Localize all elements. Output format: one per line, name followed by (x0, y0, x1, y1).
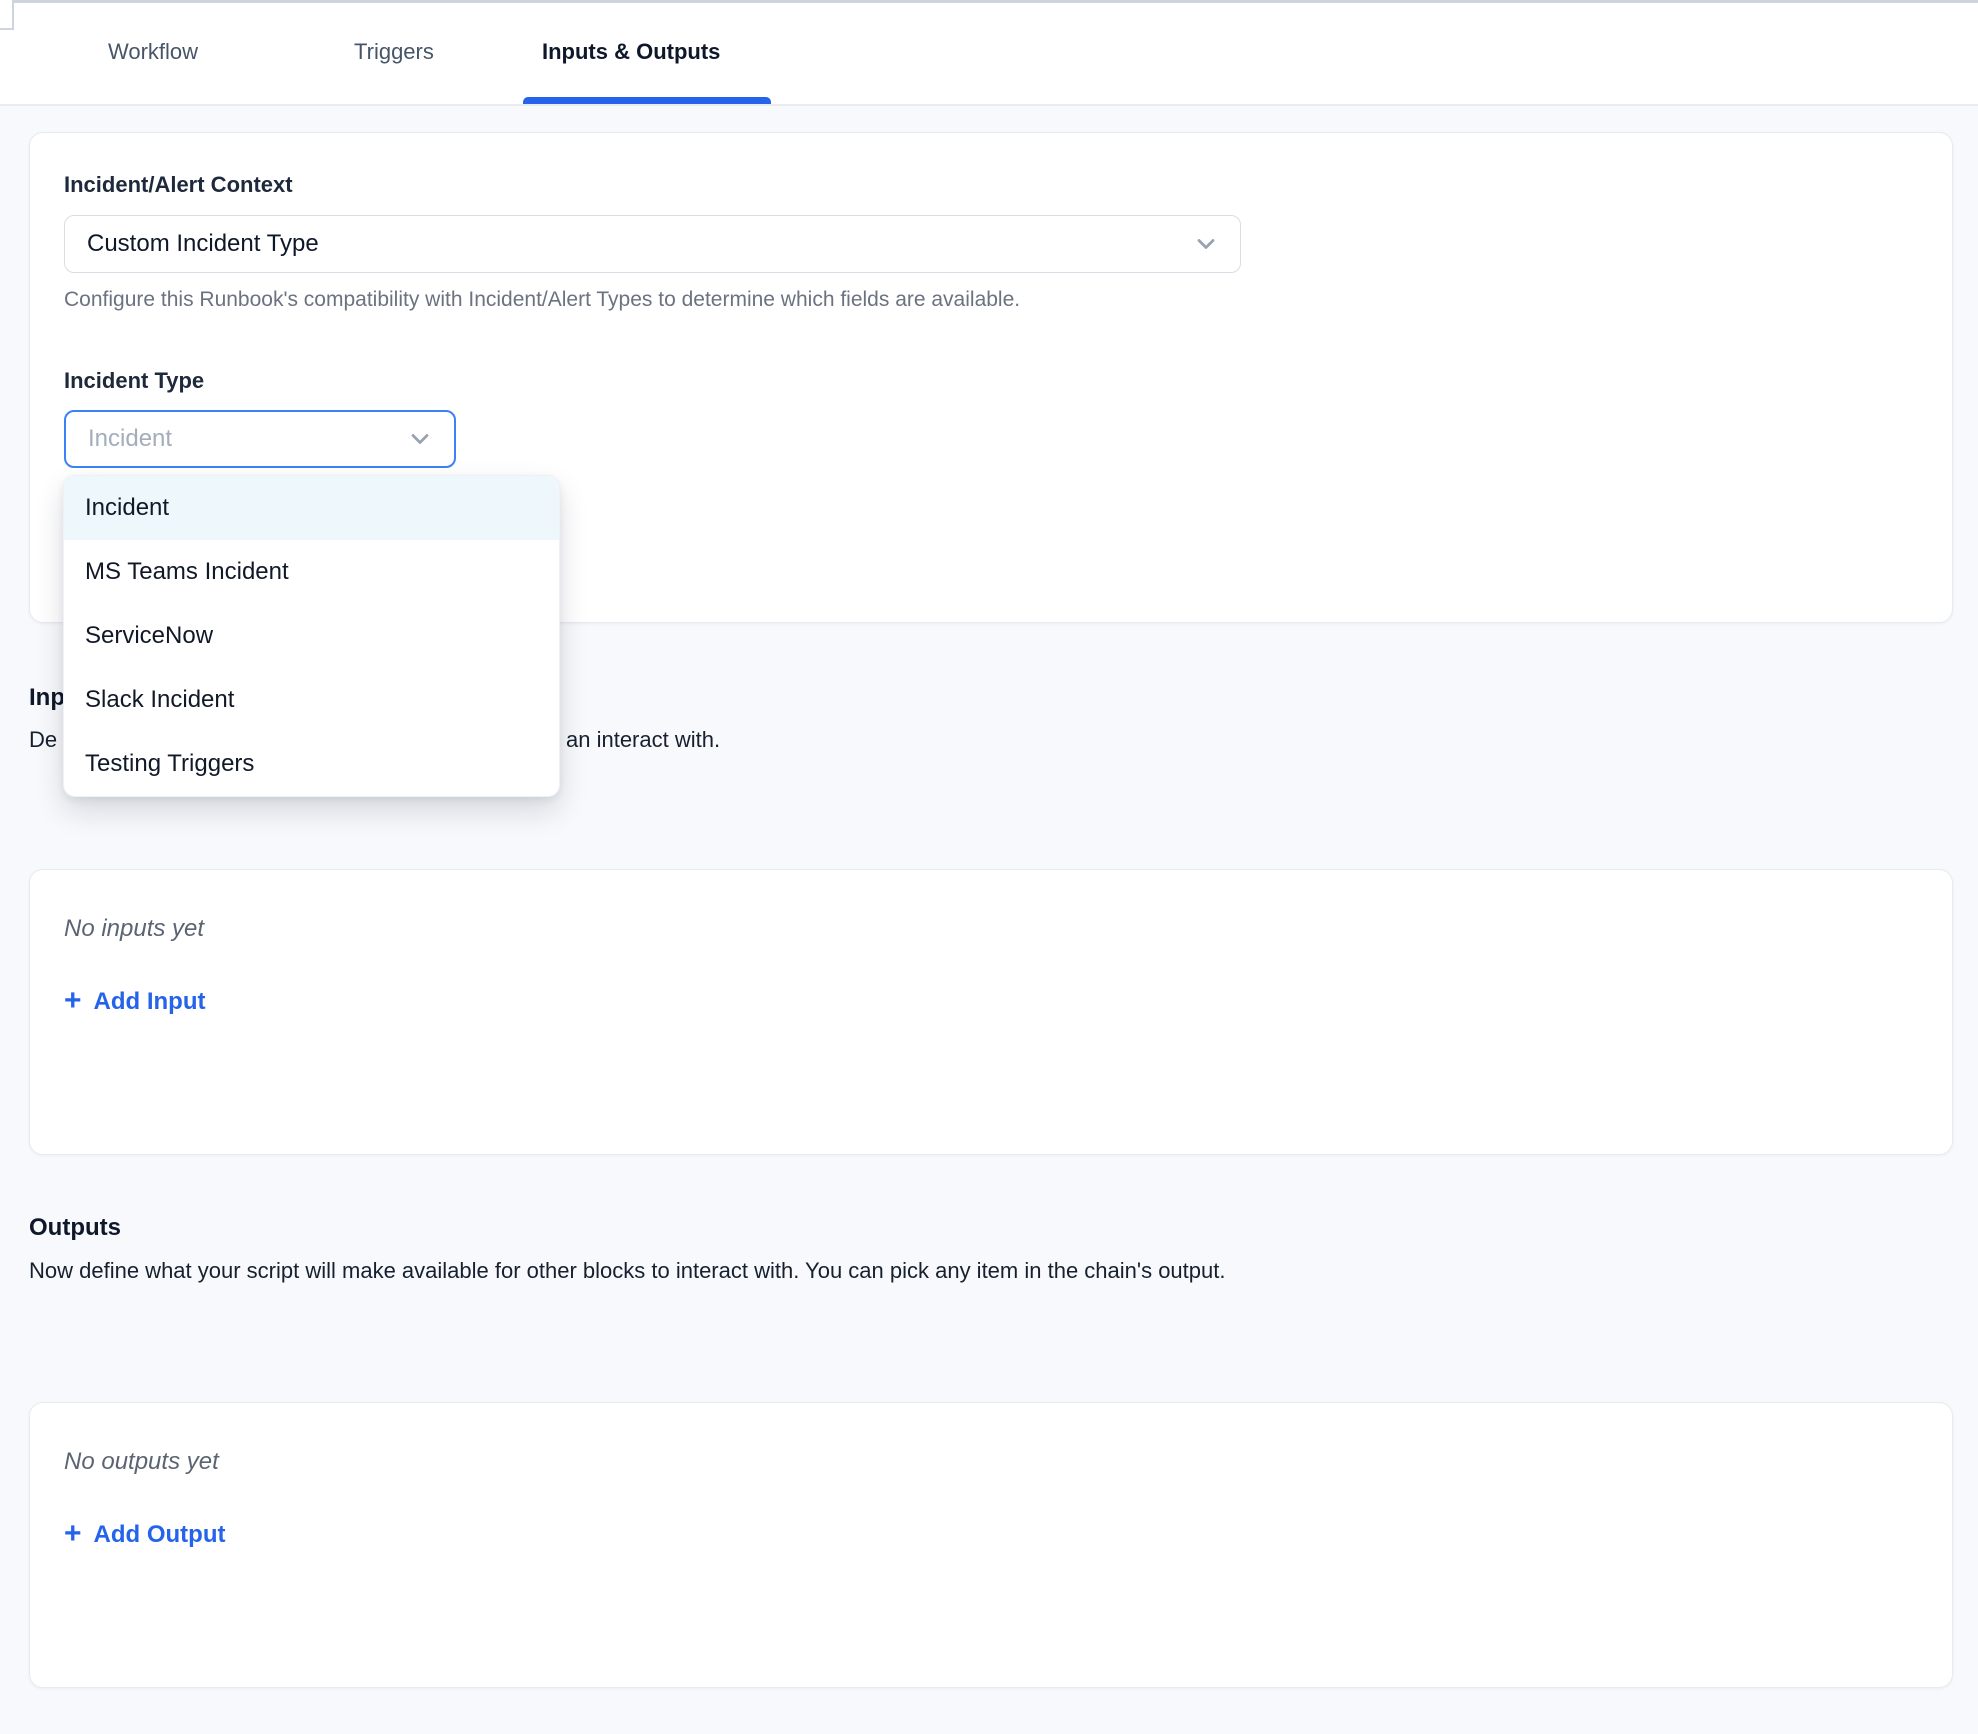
window-top-edge (14, 0, 1978, 3)
context-helper-text: Configure this Runbook's compatibility w… (64, 288, 1020, 312)
incident-type-dropdown-menu: Incident MS Teams Incident ServiceNow Sl… (63, 475, 560, 797)
add-output-label: Add Output (94, 1521, 226, 1549)
menu-item-servicenow[interactable]: ServiceNow (64, 604, 559, 668)
incident-type-select[interactable]: Incident (64, 410, 456, 468)
incident-alert-context-label: Incident/Alert Context (64, 172, 293, 198)
incident-type-placeholder: Incident (88, 425, 172, 453)
chevron-down-icon (406, 425, 434, 453)
incident-type-label: Incident Type (64, 368, 204, 394)
inputs-description-end: an interact with. (566, 727, 720, 753)
plus-icon: + (64, 1519, 82, 1549)
tab-triggers[interactable]: Triggers (354, 39, 434, 65)
outputs-heading: Outputs (29, 1214, 121, 1242)
tab-workflow[interactable]: Workflow (108, 39, 198, 65)
outputs-card: No outputs yet + Add Output (29, 1402, 1953, 1688)
inputs-card: No inputs yet + Add Input (29, 869, 1953, 1155)
no-outputs-text: No outputs yet (64, 1448, 219, 1476)
chevron-down-icon (1192, 230, 1220, 258)
outputs-description: Now define what your script will make av… (29, 1258, 1225, 1284)
incident-alert-context-select[interactable]: Custom Incident Type (64, 215, 1241, 273)
plus-icon: + (64, 986, 82, 1016)
window-corner-notch (0, 0, 14, 30)
no-inputs-text: No inputs yet (64, 915, 204, 943)
menu-item-slack-incident[interactable]: Slack Incident (64, 668, 559, 732)
incident-alert-context-value: Custom Incident Type (87, 230, 319, 258)
add-output-button[interactable]: + Add Output (64, 1520, 225, 1550)
tab-bar: Workflow Triggers Inputs & Outputs (0, 0, 1978, 106)
add-input-button[interactable]: + Add Input (64, 987, 206, 1017)
add-input-label: Add Input (94, 988, 206, 1016)
tab-inputs-outputs[interactable]: Inputs & Outputs (542, 39, 720, 65)
active-tab-underline (523, 97, 771, 104)
inputs-description-start: De (29, 727, 57, 753)
menu-item-ms-teams-incident[interactable]: MS Teams Incident (64, 540, 559, 604)
menu-item-incident[interactable]: Incident (64, 476, 559, 540)
menu-item-testing-triggers[interactable]: Testing Triggers (64, 732, 559, 796)
